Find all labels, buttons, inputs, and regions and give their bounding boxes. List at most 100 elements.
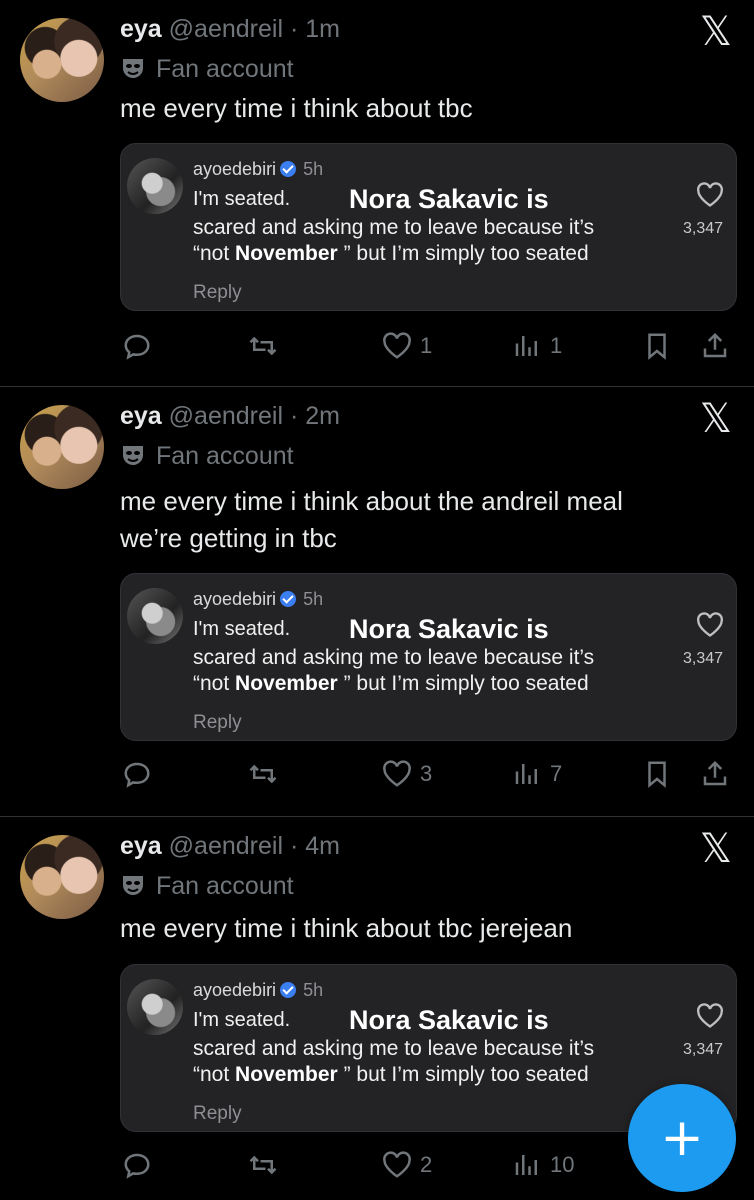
embed-line3-post: ” but I’m simply too seated bbox=[337, 1063, 589, 1086]
embed-like-count: 3,347 bbox=[683, 220, 724, 237]
like-button[interactable]: 3 bbox=[382, 754, 432, 794]
reply-button[interactable] bbox=[122, 754, 152, 794]
retweet-button[interactable] bbox=[248, 326, 278, 366]
retweet-icon bbox=[249, 336, 277, 356]
reply-button[interactable] bbox=[122, 326, 152, 366]
embed-line3-post: ” but I’m simply too seated bbox=[337, 242, 589, 265]
retweet-button[interactable] bbox=[248, 754, 278, 794]
bookmark-button[interactable] bbox=[642, 754, 672, 794]
reply-button[interactable] bbox=[122, 1145, 152, 1185]
embed-like-count: 3,347 bbox=[683, 650, 724, 667]
action-bar: 1 1 bbox=[0, 326, 754, 366]
verified-badge-icon bbox=[280, 161, 297, 177]
handle[interactable]: @aendreil bbox=[169, 832, 283, 860]
bookmark-button[interactable] bbox=[642, 326, 672, 366]
embed-username: ayoedebiri bbox=[193, 159, 277, 179]
like-icon bbox=[383, 332, 411, 359]
embedded-screenshot[interactable]: ayoedebiri 5h I'm seated. Nora Sakavic i… bbox=[120, 143, 737, 311]
view-count: 1 bbox=[550, 333, 563, 358]
heart-icon bbox=[697, 1003, 723, 1028]
tweet-header: eya @aendreil · 1m bbox=[120, 15, 340, 44]
bookmark-icon bbox=[648, 761, 666, 788]
account-label-text: Fan account bbox=[156, 442, 294, 470]
timestamp[interactable]: 4m bbox=[305, 832, 340, 860]
account-label: Fan account bbox=[120, 55, 294, 84]
embed-overlay-text: Nora Sakavic is bbox=[349, 184, 549, 214]
views-icon bbox=[515, 764, 537, 784]
views-button[interactable]: 1 bbox=[512, 326, 562, 366]
like-icon bbox=[383, 1151, 411, 1178]
like-count: 1 bbox=[420, 333, 433, 358]
reply-icon bbox=[124, 334, 150, 360]
like-count: 3 bbox=[420, 761, 433, 786]
avatar[interactable] bbox=[20, 405, 104, 489]
timestamp[interactable]: 2m bbox=[305, 402, 340, 430]
account-label: Fan account bbox=[120, 442, 294, 471]
tweet-1[interactable]: eya @aendreil · 1m 𝕏 Fan account me ever… bbox=[0, 0, 754, 387]
reply-icon bbox=[124, 762, 150, 788]
handle[interactable]: @aendreil bbox=[169, 15, 283, 43]
views-button[interactable]: 7 bbox=[512, 754, 562, 794]
separator: · bbox=[283, 832, 306, 860]
retweet-icon bbox=[249, 764, 277, 784]
embed-like-count: 3,347 bbox=[683, 1041, 724, 1058]
share-button[interactable] bbox=[700, 326, 730, 366]
embed-user: ayoedebiri 5h bbox=[193, 980, 323, 1001]
embed-avatar bbox=[127, 158, 183, 214]
mask-icon bbox=[123, 446, 143, 465]
view-count: 10 bbox=[550, 1152, 575, 1177]
display-name[interactable]: eya bbox=[120, 402, 162, 430]
embed-line3-pre: “not bbox=[193, 242, 236, 265]
embed-avatar bbox=[127, 588, 183, 644]
embed-user: ayoedebiri 5h bbox=[193, 159, 323, 180]
x-logo-icon: 𝕏 bbox=[699, 826, 732, 872]
account-label: Fan account bbox=[120, 872, 294, 901]
embed-line3: “not November ” but I’m simply too seate… bbox=[193, 1063, 589, 1087]
handle[interactable]: @aendreil bbox=[169, 402, 283, 430]
embed-reply: Reply bbox=[193, 1103, 242, 1124]
compose-button[interactable]: + bbox=[628, 1084, 736, 1192]
tweet-text-line1: me every time i think about the andreil … bbox=[120, 486, 623, 516]
display-name[interactable]: eya bbox=[120, 832, 162, 860]
embed-username: ayoedebiri bbox=[193, 980, 277, 1000]
avatar[interactable] bbox=[20, 835, 104, 919]
view-count: 7 bbox=[550, 761, 563, 786]
like-icon bbox=[383, 760, 411, 787]
embed-line3: “not November ” but I’m simply too seate… bbox=[193, 672, 589, 696]
embed-reply: Reply bbox=[193, 282, 242, 303]
embed-overlay-text: Nora Sakavic is bbox=[349, 1005, 549, 1035]
embed-overlay-text: Nora Sakavic is bbox=[349, 614, 549, 644]
embed-time: 5h bbox=[303, 159, 324, 179]
embedded-screenshot[interactable]: ayoedebiri 5h I'm seated. Nora Sakavic i… bbox=[120, 573, 737, 741]
x-logo-icon: 𝕏 bbox=[699, 9, 732, 55]
retweet-icon bbox=[249, 1155, 277, 1175]
separator: · bbox=[283, 402, 306, 430]
mask-icon bbox=[123, 59, 143, 78]
like-button[interactable]: 1 bbox=[382, 326, 432, 366]
share-button[interactable] bbox=[700, 754, 730, 794]
embed-time: 5h bbox=[303, 589, 324, 609]
avatar[interactable] bbox=[20, 18, 104, 102]
verified-badge-icon bbox=[280, 591, 297, 607]
retweet-button[interactable] bbox=[248, 1145, 278, 1185]
views-button[interactable]: 10 bbox=[512, 1145, 574, 1185]
embed-line1: I'm seated. bbox=[193, 188, 291, 210]
tweet-text: me every time i think about tbc jerejean bbox=[120, 913, 573, 943]
like-button[interactable]: 2 bbox=[382, 1145, 432, 1185]
like-count: 2 bbox=[420, 1152, 433, 1177]
embed-time: 5h bbox=[303, 980, 324, 1000]
tweet-header: eya @aendreil · 4m bbox=[120, 832, 340, 861]
account-label-text: Fan account bbox=[156, 55, 294, 83]
embed-line2: scared and asking me to leave because it… bbox=[193, 1037, 595, 1060]
heart-icon bbox=[697, 182, 723, 207]
embed-line3-pre: “not bbox=[193, 1063, 236, 1086]
tweet-text: me every time i think about the andreil … bbox=[120, 483, 623, 557]
display-name[interactable]: eya bbox=[120, 15, 162, 43]
bookmark-icon bbox=[648, 333, 666, 360]
x-logo-icon: 𝕏 bbox=[699, 396, 732, 442]
tweet-2[interactable]: eya @aendreil · 2m 𝕏 Fan account me ever… bbox=[0, 387, 754, 817]
views-icon bbox=[515, 336, 537, 356]
views-icon bbox=[515, 1155, 537, 1175]
timestamp[interactable]: 1m bbox=[305, 15, 340, 43]
embed-line3-bold: November bbox=[235, 672, 338, 695]
